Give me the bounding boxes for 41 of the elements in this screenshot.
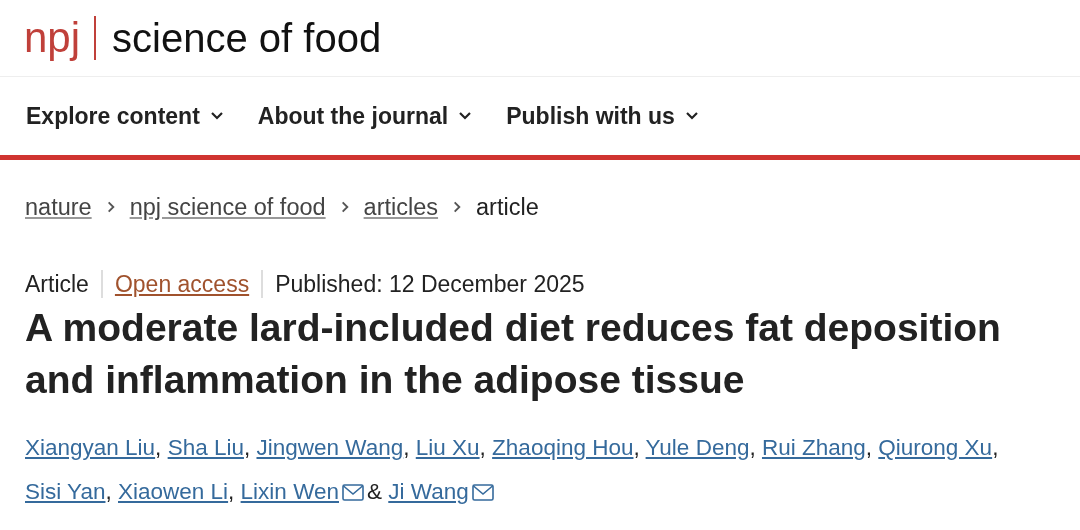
author-link[interactable]: Liu Xu <box>415 435 480 460</box>
logo-mark[interactable]: npj <box>24 14 81 62</box>
separator: , <box>105 479 112 504</box>
author-link[interactable]: Xiangyan Liu <box>25 435 156 460</box>
nav-menu-button[interactable]: About the journal <box>257 102 473 130</box>
separator: , <box>992 435 999 460</box>
author-link[interactable]: Xiaowen Li <box>118 479 229 504</box>
author-link[interactable]: Sha Liu <box>167 435 244 460</box>
author-link[interactable]: Qiurong Xu <box>878 435 993 460</box>
nav-menu-button[interactable]: Explore content <box>26 102 224 130</box>
separator: , <box>633 435 640 460</box>
separator: , <box>749 435 756 460</box>
author-link[interactable]: Yule Deng <box>645 435 750 460</box>
author-link[interactable]: Zhaoqing Hou <box>492 435 634 460</box>
separator: , <box>228 479 235 504</box>
nav-menu-button[interactable]: Publish with us <box>506 102 699 130</box>
author-link[interactable]: Sisi Yan <box>25 479 106 504</box>
author-link[interactable]: Rui Zhang <box>761 435 866 460</box>
separator: , <box>865 435 873 460</box>
separator: , <box>479 435 486 460</box>
breadcrumb-link[interactable]: nature <box>25 193 92 221</box>
chevron-down-icon <box>209 111 224 121</box>
journal-name[interactable]: science of food <box>112 15 382 61</box>
envelope-icon[interactable] <box>342 484 364 501</box>
breadcrumb-link[interactable]: npj science of food <box>129 193 326 221</box>
author-link[interactable]: Ji Wang <box>388 479 469 504</box>
breadcrumb-current: article <box>476 193 539 221</box>
separator: , <box>403 435 410 460</box>
breadcrumb-link[interactable]: articles <box>363 193 439 221</box>
article-title: A moderate lard-included diet reduces fat deposition and inflammation in the adipose tissue <box>24 305 1002 403</box>
author-link[interactable]: Jingwen Wang <box>256 435 404 460</box>
chevron-down-icon <box>458 111 473 121</box>
separator: & <box>367 479 382 504</box>
article-type: Article <box>25 270 89 298</box>
separator: , <box>243 435 251 460</box>
open-access-link[interactable]: Open access <box>114 270 250 298</box>
chevron-down-icon <box>684 111 699 121</box>
separator: , <box>155 435 162 460</box>
envelope-icon[interactable] <box>471 484 494 501</box>
author-link[interactable]: Lixin Wen <box>240 479 339 504</box>
published-date: Published: 12 December 2025 <box>275 270 585 298</box>
